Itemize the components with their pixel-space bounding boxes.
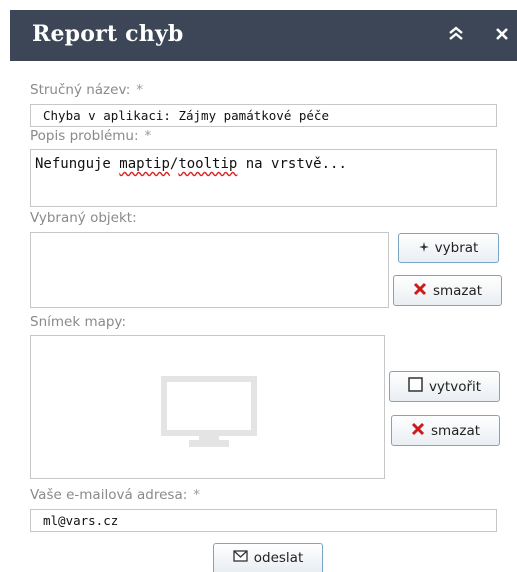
selected-object-box: [30, 232, 389, 308]
report-dialog: Report chyb Stručný název: * Chyba v apli…: [0, 0, 517, 572]
spellcheck-word: tooltip: [178, 156, 238, 172]
email-input[interactable]: ml@vars.cz: [30, 509, 497, 532]
submit-button[interactable]: odeslat: [213, 543, 323, 572]
required-mark: *: [193, 487, 201, 503]
description-label: Popis problému: *: [30, 128, 151, 144]
submit-button-label: odeslat: [253, 550, 304, 566]
required-mark: *: [144, 128, 152, 144]
create-snapshot-button-label: vytvořit: [428, 378, 482, 395]
short-name-label-text: Stručný název:: [30, 82, 131, 98]
map-snapshot-label: Snímek mapy:: [30, 314, 126, 330]
close-icon[interactable]: [488, 20, 516, 50]
delete-icon: [411, 422, 425, 439]
sparkle-icon: [418, 240, 429, 256]
dialog-titlebar: Report chyb: [10, 10, 517, 61]
dialog-title: Report chyb: [32, 21, 184, 47]
description-textarea[interactable]: Nefunguje maptip/tooltip na vrstvě...: [30, 149, 497, 207]
delete-object-button-label: smazat: [432, 282, 483, 299]
required-mark: *: [136, 82, 143, 98]
delete-icon: [413, 282, 427, 299]
map-snapshot-box: [30, 335, 385, 479]
email-label-text: Vaše e-mailová adresa:: [30, 487, 188, 503]
envelope-icon: [233, 550, 248, 566]
email-value: ml@vars.cz: [43, 513, 119, 528]
selected-object-label: Vybraný objekt:: [30, 210, 137, 226]
double-chevron-up-icon[interactable]: [442, 20, 470, 50]
short-name-label: Stručný název: *: [30, 82, 143, 98]
description-label-text: Popis problému:: [30, 128, 139, 144]
delete-snapshot-button[interactable]: smazat: [391, 415, 500, 446]
checkbox-icon: [408, 377, 423, 396]
description-text-part: na vrstvě...: [237, 156, 347, 172]
delete-object-button[interactable]: smazat: [393, 275, 502, 306]
email-label: Vaše e-mailová adresa: *: [30, 487, 200, 503]
monitor-icon: [161, 376, 257, 454]
spellcheck-word: maptip: [119, 156, 170, 172]
delete-snapshot-button-label: smazat: [430, 422, 481, 439]
description-value: Nefunguje maptip/tooltip na vrstvě...: [35, 156, 347, 172]
short-name-input[interactable]: Chyba v aplikaci: Zájmy památkové péče: [30, 104, 497, 127]
short-name-value: Chyba v aplikaci: Zájmy památkové péče: [43, 108, 329, 123]
select-object-button-label: vybrat: [434, 240, 479, 256]
select-object-button[interactable]: vybrat: [398, 233, 499, 263]
description-text-part: Nefunguje: [35, 156, 120, 172]
create-snapshot-button[interactable]: vytvořit: [389, 371, 500, 402]
